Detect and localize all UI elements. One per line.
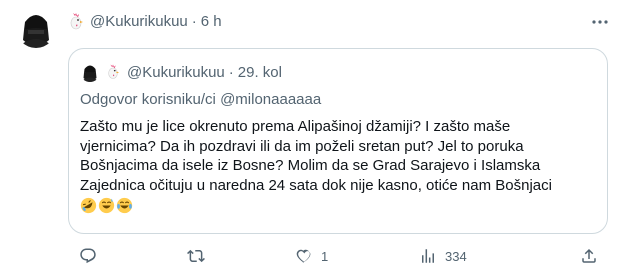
views-button[interactable]: 334 [419, 244, 467, 268]
more-icon [592, 20, 608, 24]
quoted-avatar [80, 62, 100, 82]
chicken-icon [108, 64, 120, 79]
chicken-icon [70, 13, 83, 30]
reply-button[interactable] [79, 244, 105, 268]
more-button[interactable] [590, 12, 610, 32]
emoji-group [80, 197, 133, 214]
reply-prefix: Odgovor korisniku/ci [80, 91, 221, 108]
quoted-body: Zašto mu je lice okrenuto prema Alipašin… [80, 118, 552, 194]
share-button[interactable] [580, 244, 598, 268]
separator-dot: · [191, 12, 197, 30]
tears-of-joy-emoji [116, 197, 133, 213]
retweet-icon [187, 249, 205, 263]
like-button[interactable]: 1 [295, 244, 328, 268]
sweat-smile-emoji [98, 197, 115, 213]
share-icon [582, 248, 596, 263]
quoted-header: @Kukurikukuu · 29. kol [127, 64, 282, 81]
reply-icon [80, 248, 96, 264]
quoted-handle: @Kukurikukuu [127, 64, 225, 81]
rolling-laughing-emoji [80, 197, 97, 213]
quoted-time: 29. kol [237, 64, 282, 81]
retweet-button[interactable] [187, 244, 213, 268]
like-count: 1 [321, 248, 329, 264]
tweet-time[interactable]: 6 h [201, 13, 222, 30]
tweet-header: @Kukurikukuu · 6 h [68, 10, 222, 32]
quoted-tweet[interactable]: @Kukurikukuu · 29. kol Odgovor korisniku… [68, 48, 608, 234]
like-icon [296, 249, 311, 263]
views-icon [422, 249, 434, 263]
author-handle[interactable]: @Kukurikukuu [90, 13, 188, 30]
views-count: 334 [445, 248, 467, 264]
reply-context: Odgovor korisniku/ci @milonaaaaaa [80, 91, 321, 108]
action-bar: 1 334 [68, 244, 608, 268]
avatar[interactable] [16, 8, 56, 48]
reply-mention: @milonaaaaaa [220, 91, 322, 108]
avatar-image [16, 8, 56, 48]
separator-dot: · [228, 64, 234, 81]
quoted-text: Zašto mu je lice okrenuto prema Alipašin… [80, 117, 600, 215]
